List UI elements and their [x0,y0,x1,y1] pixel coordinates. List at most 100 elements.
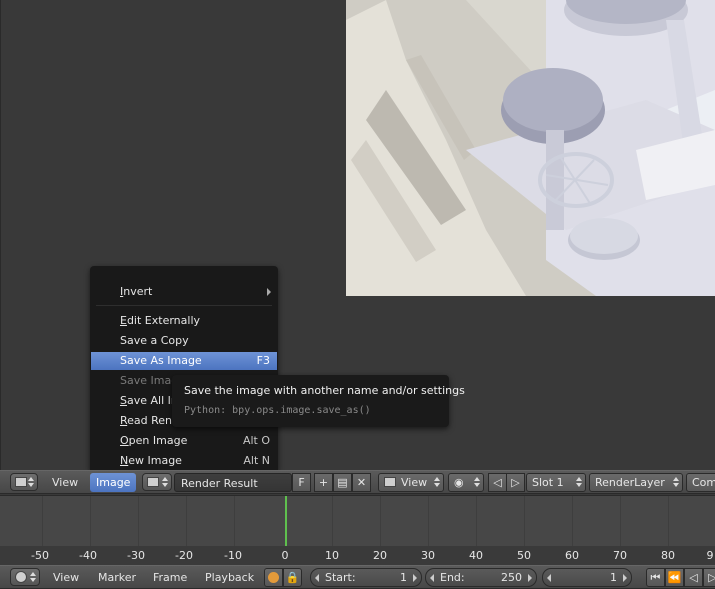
lock-icon: 🔒 [285,571,300,584]
menu-item-edit-externally-label: dit Externally [126,314,201,327]
ruler-tick: -10 [224,549,242,562]
menu-item-edit-externally-mnemonic: E [120,314,127,327]
timeline-gridline [428,496,429,546]
menu-separator [96,305,272,306]
menu-item-new-image-mnemonic: N [120,454,129,467]
prev-slot-button[interactable]: ◁ [488,473,507,492]
start-frame-field[interactable]: Start: 1 [310,568,422,587]
timeline-gridline [234,496,235,546]
timeline-gridline [668,496,669,546]
lock-range-button[interactable]: 🔒 [283,568,302,587]
next-slot-button[interactable]: ▷ [506,473,525,492]
end-frame-label: End: [440,571,465,584]
playback-menu[interactable]: Playback [205,571,254,584]
image-editor-header: View Image Render Result F + ▤ ✕ View ◉ … [0,470,715,494]
unlink-image-button[interactable]: ✕ [352,473,371,492]
image-menu: Invert Edit Externally Save a Copy Save … [90,266,278,471]
timeline-header: View Marker Frame Playback 🔒 Start: 1 En… [0,565,715,589]
clock-icon [268,572,279,583]
image-browse-icon [147,477,159,487]
arrow-right-icon [413,574,417,582]
timeline-gridline [524,496,525,546]
menu-item-save-a-copy[interactable]: Save a Copy [91,332,277,350]
slot-dropdown[interactable]: Slot 1 [526,473,586,492]
current-frame-value: 1 [610,571,617,584]
arrow-right-icon [623,574,627,582]
marker-menu[interactable]: Marker [98,571,136,584]
image-name-field[interactable]: Render Result [174,473,292,492]
menu-item-open-image[interactable]: Open Image Alt O [91,432,277,450]
start-frame-label: Start: [325,571,356,584]
jump-start-button[interactable]: ⏮ [646,568,665,587]
view-mode-label: View [401,476,428,489]
timeline-editor-type-selector[interactable] [10,568,40,586]
clock-icon [15,571,27,583]
play-reverse-button[interactable]: ◁ [684,568,703,587]
pivot-point-dropdown[interactable]: ◉ [448,473,484,492]
timeline-gridline [620,496,621,546]
render-layer-label: RenderLayer [595,476,665,489]
updown-arrows-icon [28,477,34,487]
ruler-tick: 50 [517,549,531,562]
frame-menu[interactable]: Frame [153,571,187,584]
timeline-gridline [572,496,573,546]
menu-item-invert[interactable]: Invert [91,283,277,301]
updown-arrows-icon [576,477,582,487]
timeline-gridline [138,496,139,546]
start-frame-value: 1 [400,571,407,584]
preview-range-button[interactable] [264,568,283,587]
submenu-arrow-icon [267,288,271,296]
end-frame-value: 250 [501,571,522,584]
frame-ruler[interactable]: -50 -40 -30 -20 -10 0 10 20 30 40 50 60 … [0,546,715,566]
render-layer-dropdown[interactable]: RenderLayer [589,473,683,492]
playhead[interactable] [285,496,287,546]
updown-arrows-icon [673,477,679,487]
image-menu-button[interactable]: Image [90,473,137,492]
image-editor-icon [15,477,27,487]
timeline-area[interactable]: -50 -40 -30 -20 -10 0 10 20 30 40 50 60 … [0,495,715,566]
play-reverse-icon: ◁ [689,571,698,584]
view-menu[interactable]: View [52,476,78,489]
menu-item-invert-label: nvert [123,285,153,298]
arrow-left-icon [547,574,551,582]
new-image-button[interactable]: + [314,473,333,492]
plus-icon: + [318,476,329,489]
prev-keyframe-button[interactable]: ⏪ [665,568,684,587]
menu-item-new-image[interactable]: New Image Alt N [91,452,277,470]
play-button[interactable]: ▷ [703,568,715,587]
arrow-left-icon: ◁ [493,476,502,489]
ruler-tick: 40 [469,549,483,562]
editor-type-selector[interactable] [10,473,38,491]
jump-to-start-icon: ⏮ [650,571,661,584]
render-pass-label: Com [692,476,715,489]
arrow-left-icon [430,574,434,582]
view-mode-dropdown[interactable]: View [378,473,444,492]
render-pass-dropdown[interactable]: Com [686,473,715,492]
ruler-tick: 20 [373,549,387,562]
timeline-gridline [476,496,477,546]
image-browse-button[interactable] [142,473,172,491]
ruler-tick: -30 [127,549,145,562]
menu-item-save-as-image[interactable]: Save As Image F3 [91,352,277,370]
view-mode-icon [384,477,396,487]
current-frame-field[interactable]: 1 [542,568,632,587]
menu-item-save-all-images-mnemonic: S [120,394,127,407]
menu-item-new-image-label: ew Image [128,454,182,467]
save-as-tooltip: Save the image with another name and/or … [172,375,465,427]
menu-item-edit-externally[interactable]: Edit Externally [91,312,277,330]
timeline-view-menu[interactable]: View [53,571,79,584]
ruler-tick: -40 [79,549,97,562]
end-frame-field[interactable]: End: 250 [425,568,537,587]
fake-user-button[interactable]: F [292,473,311,492]
arrow-right-icon [528,574,532,582]
render-result-image [346,0,715,296]
timeline-gridline [186,496,187,546]
ruler-tick: 70 [613,549,627,562]
ruler-tick: -20 [175,549,193,562]
open-image-button[interactable]: ▤ [333,473,352,492]
ruler-tick: -50 [31,549,49,562]
updown-arrows-icon [434,477,440,487]
menu-item-save-as-image-shortcut: F3 [256,354,270,367]
play-icon: ▷ [708,571,715,584]
timeline-gridline [42,496,43,546]
